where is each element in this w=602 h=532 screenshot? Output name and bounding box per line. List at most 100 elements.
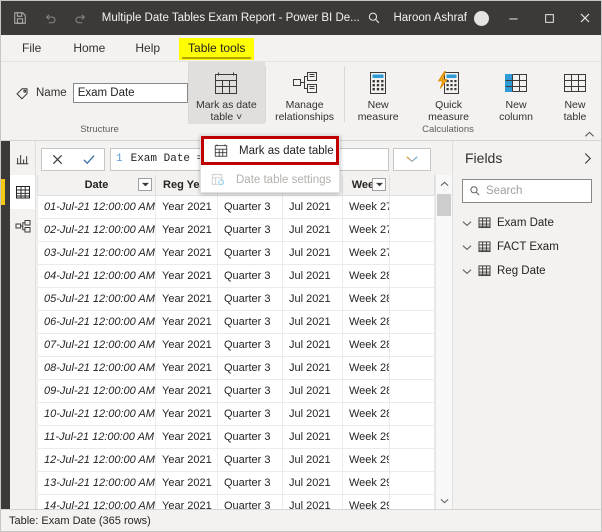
- table-cell[interactable]: Year 2021: [155, 355, 218, 380]
- chevron-down-icon[interactable]: [462, 220, 472, 227]
- table-cell[interactable]: Year 2021: [155, 401, 218, 426]
- table-row[interactable]: 03-Jul-21 12:00:00 AM Year 2021 Quarter 3J…: [37, 240, 435, 265]
- table-cell[interactable]: Jul 2021: [282, 355, 343, 380]
- table-cell[interactable]: 11-Jul-21 12:00:00 AM: [37, 424, 156, 449]
- table-cell[interactable]: 08-Jul-21 12:00:00 AM: [37, 355, 156, 380]
- save-icon[interactable]: [11, 9, 29, 27]
- table-cell[interactable]: 04-Jul-21 12:00:00 AM: [37, 263, 156, 288]
- table-cell[interactable]: Week 27: [342, 217, 390, 242]
- table-cell[interactable]: Week 28: [342, 309, 390, 334]
- scroll-down-icon[interactable]: [436, 492, 452, 509]
- tab-home[interactable]: Home: [64, 38, 114, 60]
- table-cell[interactable]: Week 29: [342, 447, 390, 472]
- data-grid[interactable]: Date Reg Year Quarter: [37, 175, 435, 509]
- table-cell[interactable]: Week 28: [342, 401, 390, 426]
- quick-measure-button[interactable]: Quick measure: [412, 62, 485, 124]
- grid-vertical-scrollbar[interactable]: [435, 175, 452, 509]
- table-cell[interactable]: Year 2021: [155, 332, 218, 357]
- table-cell[interactable]: Quarter 3: [217, 194, 283, 219]
- scroll-up-icon[interactable]: [436, 175, 452, 192]
- table-cell[interactable]: Quarter 3: [217, 355, 283, 380]
- table-cell[interactable]: Quarter 3: [217, 378, 283, 403]
- table-cell[interactable]: Year 2021: [155, 470, 218, 495]
- table-cell[interactable]: Year 2021: [155, 240, 218, 265]
- new-column-button[interactable]: New column: [485, 62, 547, 124]
- table-row[interactable]: 12-Jul-21 12:00:00 AM Year 2021 Quarter 3J…: [37, 447, 435, 472]
- table-cell[interactable]: Year 2021: [155, 263, 218, 288]
- scrollbar-thumb[interactable]: [437, 194, 451, 216]
- table-row[interactable]: 10-Jul-21 12:00:00 AM Year 2021 Quarter 3J…: [37, 401, 435, 426]
- table-cell[interactable]: 01-Jul-21 12:00:00 AM: [37, 194, 156, 219]
- table-cell[interactable]: 06-Jul-21 12:00:00 AM: [37, 309, 156, 334]
- table-cell[interactable]: 13-Jul-21 12:00:00 AM: [37, 470, 156, 495]
- table-row[interactable]: 08-Jul-21 12:00:00 AM Year 2021 Quarter 3J…: [37, 355, 435, 380]
- chevron-up-icon[interactable]: [584, 130, 595, 139]
- table-cell[interactable]: Jul 2021: [282, 240, 343, 265]
- table-row[interactable]: 06-Jul-21 12:00:00 AM Year 2021 Quarter 3J…: [37, 309, 435, 334]
- table-row[interactable]: 04-Jul-21 12:00:00 AM Year 2021 Quarter 3J…: [37, 263, 435, 288]
- menu-item-mark-as-date-table[interactable]: Mark as date table: [201, 136, 339, 165]
- table-row[interactable]: 11-Jul-21 12:00:00 AM Year 2021 Quarter 3J…: [37, 424, 435, 449]
- table-cell[interactable]: 03-Jul-21 12:00:00 AM: [37, 240, 156, 265]
- table-cell[interactable]: Year 2021: [155, 194, 218, 219]
- table-cell[interactable]: 12-Jul-21 12:00:00 AM: [37, 447, 156, 472]
- sidebar-item-data-view[interactable]: [1, 175, 35, 209]
- sidebar-item-report-view[interactable]: [10, 141, 35, 175]
- table-cell[interactable]: Jul 2021: [282, 263, 343, 288]
- undo-icon[interactable]: [41, 9, 59, 27]
- table-cell[interactable]: Jul 2021: [282, 286, 343, 311]
- field-item-reg-date[interactable]: Reg Date: [453, 259, 601, 283]
- table-cell[interactable]: Jul 2021: [282, 217, 343, 242]
- table-row[interactable]: 14-Jul-21 12:00:00 AM Year 2021 Quarter 3J…: [37, 493, 435, 509]
- table-cell[interactable]: Week 29: [342, 424, 390, 449]
- table-cell[interactable]: Year 2021: [155, 447, 218, 472]
- avatar[interactable]: [474, 10, 489, 26]
- table-cell[interactable]: Year 2021: [155, 309, 218, 334]
- table-row[interactable]: 09-Jul-21 12:00:00 AM Year 2021 Quarter 3J…: [37, 378, 435, 403]
- table-cell[interactable]: Jul 2021: [282, 332, 343, 357]
- table-cell[interactable]: 05-Jul-21 12:00:00 AM: [37, 286, 156, 311]
- table-cell[interactable]: Jul 2021: [282, 401, 343, 426]
- table-cell[interactable]: Quarter 3: [217, 332, 283, 357]
- table-cell[interactable]: Week 29: [342, 493, 390, 509]
- filter-dropdown-icon[interactable]: [372, 178, 386, 191]
- table-cell[interactable]: Year 2021: [155, 493, 218, 509]
- table-cell[interactable]: Jul 2021: [282, 309, 343, 334]
- table-cell[interactable]: 09-Jul-21 12:00:00 AM: [37, 378, 156, 403]
- table-cell[interactable]: Week 28: [342, 286, 390, 311]
- new-table-button[interactable]: New table: [547, 62, 601, 124]
- minimize-icon[interactable]: [495, 1, 531, 35]
- search-input[interactable]: Search: [462, 179, 592, 203]
- mark-as-date-table-button[interactable]: Mark as date table ˅: [187, 62, 266, 124]
- field-item-exam-date[interactable]: Exam Date: [453, 211, 601, 235]
- user-account[interactable]: Haroon Ashraf: [393, 10, 495, 26]
- manage-relationships-button[interactable]: Manage relationships: [265, 62, 344, 124]
- close-icon[interactable]: [567, 1, 601, 35]
- accept-check-icon[interactable]: [73, 149, 104, 170]
- table-cell[interactable]: 14-Jul-21 12:00:00 AM: [37, 493, 156, 509]
- table-cell[interactable]: Quarter 3: [217, 401, 283, 426]
- table-cell[interactable]: Quarter 3: [217, 240, 283, 265]
- chevron-down-icon[interactable]: [462, 244, 472, 251]
- column-header-week[interactable]: Week: [342, 175, 390, 196]
- table-cell[interactable]: Week 28: [342, 378, 390, 403]
- table-row[interactable]: 01-Jul-21 12:00:00 AM Year 2021 Quarter 3J…: [37, 194, 435, 219]
- table-name-input[interactable]: [72, 83, 188, 103]
- table-cell[interactable]: Quarter 3: [217, 263, 283, 288]
- tab-file[interactable]: File: [13, 38, 50, 60]
- table-cell[interactable]: Year 2021: [155, 424, 218, 449]
- field-item-fact-exam[interactable]: FACT Exam: [453, 235, 601, 259]
- tab-table-tools[interactable]: Table tools: [179, 38, 255, 60]
- new-measure-button[interactable]: New measure: [344, 62, 412, 124]
- table-cell[interactable]: Week 27: [342, 240, 390, 265]
- table-cell[interactable]: Year 2021: [155, 217, 218, 242]
- table-cell[interactable]: 07-Jul-21 12:00:00 AM: [37, 332, 156, 357]
- table-cell[interactable]: Quarter 3: [217, 470, 283, 495]
- table-cell[interactable]: Week 28: [342, 332, 390, 357]
- table-cell[interactable]: Quarter 3: [217, 493, 283, 509]
- table-cell[interactable]: Jul 2021: [282, 447, 343, 472]
- table-row[interactable]: 05-Jul-21 12:00:00 AM Year 2021 Quarter 3J…: [37, 286, 435, 311]
- table-cell[interactable]: Week 28: [342, 355, 390, 380]
- table-cell[interactable]: Quarter 3: [217, 309, 283, 334]
- table-cell[interactable]: Jul 2021: [282, 194, 343, 219]
